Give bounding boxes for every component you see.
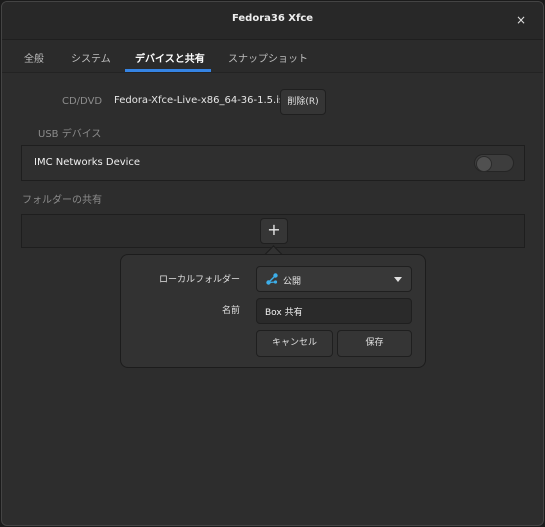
cancel-button[interactable]: キャンセル: [256, 330, 333, 357]
folder-share-icon: [266, 273, 278, 285]
usb-device-name: IMC Networks Device: [34, 157, 141, 168]
local-folder-label: ローカルフォルダー: [158, 275, 240, 285]
tab-system[interactable]: システム: [71, 50, 111, 65]
tab-bar: 全般 システム デバイスと共有 スナップショット: [2, 40, 543, 73]
tab-snapshots[interactable]: スナップショット: [228, 50, 308, 65]
usb-device-row: IMC Networks Device: [21, 145, 525, 181]
toggle-knob: [476, 156, 492, 172]
tab-devices-sharing[interactable]: デバイスと共有: [135, 50, 205, 65]
close-icon[interactable]: ×: [513, 12, 529, 28]
title-bar: Fedora36 Xfce ×: [2, 2, 543, 40]
usb-devices-label: USB デバイス: [38, 129, 102, 140]
save-button[interactable]: 保存: [337, 330, 412, 357]
shared-folders-label: フォルダーの共有: [22, 195, 102, 206]
local-folder-value: 公開: [283, 277, 302, 287]
settings-window: Fedora36 Xfce × 全般 システム デバイスと共有 スナップショット…: [1, 1, 544, 526]
remove-cd-button[interactable]: 削除(R): [280, 89, 326, 115]
share-name-input[interactable]: [256, 298, 412, 324]
add-shared-folder-button[interactable]: +: [260, 218, 288, 244]
local-folder-combo[interactable]: 公開: [256, 266, 412, 292]
usb-device-toggle[interactable]: [474, 154, 514, 172]
chevron-down-icon: [394, 277, 402, 282]
active-tab-indicator: [125, 69, 211, 72]
tab-general[interactable]: 全般: [24, 50, 44, 65]
window-title: Fedora36 Xfce: [231, 13, 314, 24]
cd-dvd-image-name: Fedora-Xfce-Live-x86_64-36-1.5.iso: [114, 95, 291, 106]
cd-dvd-label: CD/DVD: [62, 96, 103, 107]
share-name-label: 名前: [221, 306, 240, 316]
